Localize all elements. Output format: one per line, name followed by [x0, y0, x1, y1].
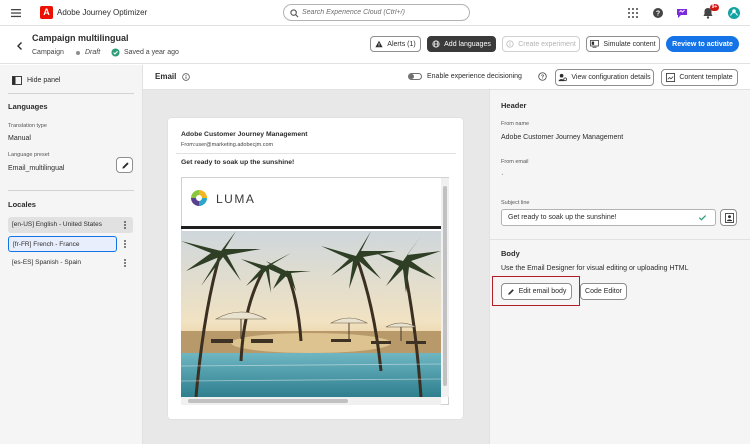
- app-title[interactable]: Adobe Journey Optimizer: [57, 8, 147, 17]
- add-languages-button[interactable]: Add languages: [427, 36, 496, 52]
- more-options-icon[interactable]: [123, 239, 127, 249]
- alerts-label: Alerts (1): [387, 40, 416, 48]
- edit-email-body-button[interactable]: Edit email body: [501, 283, 572, 300]
- personalization-icon: [725, 213, 734, 223]
- search-icon: [290, 9, 299, 18]
- view-configuration-label: View configuration details: [571, 74, 651, 81]
- template-icon: [666, 73, 676, 82]
- toggle-knob: [409, 74, 414, 79]
- content-template-label: Content template: [679, 74, 733, 81]
- page-title: Campaign multilingual: [32, 33, 129, 43]
- subject-line-label: Subject line: [501, 200, 530, 206]
- search-input[interactable]: [302, 6, 462, 19]
- channel-title: Email: [155, 72, 177, 81]
- body-section-heading: Body: [501, 249, 520, 258]
- language-preset-label: Language preset: [8, 152, 50, 158]
- create-experiment-button[interactable]: Create experiment: [502, 36, 580, 52]
- panel-toggle-icon: [12, 75, 22, 85]
- status-dot-icon: [76, 51, 80, 55]
- create-experiment-label: Create experiment: [518, 40, 576, 48]
- subject-line-field[interactable]: Get ready to soak up the sunshine!: [501, 209, 716, 226]
- global-search[interactable]: [283, 4, 470, 21]
- adobe-logo[interactable]: A: [40, 6, 53, 19]
- body-description: Use the Email Designer for visual editin…: [501, 265, 689, 272]
- divider: [8, 93, 134, 94]
- language-preset-value: Email_multilingual: [8, 165, 65, 172]
- locale-item-fr-fr[interactable]: [fr-FR] French - France: [8, 236, 117, 252]
- preview-subject: Get ready to soak up the sunshine!: [181, 159, 295, 166]
- luma-logo-icon: [190, 189, 208, 209]
- check-circle-icon: [111, 48, 120, 57]
- svg-text:?: ?: [541, 74, 544, 80]
- notification-badge: 9+: [710, 4, 719, 11]
- from-email-label: From email: [501, 159, 529, 165]
- help-icon[interactable]: ?: [651, 6, 665, 20]
- preview-screen-icon: [590, 40, 600, 48]
- simulate-content-button[interactable]: Simulate content: [586, 36, 660, 52]
- more-options-icon[interactable]: [123, 220, 127, 230]
- from-email-value: ˈ: [501, 174, 504, 181]
- experience-decisioning-label: Enable experience decisioning: [427, 73, 522, 80]
- divider: [176, 153, 456, 154]
- globe-icon: [432, 40, 440, 48]
- divider: [8, 190, 134, 191]
- code-editor-button[interactable]: Code Editor: [580, 283, 627, 300]
- from-name-value: Adobe Customer Journey Management: [501, 134, 624, 141]
- pencil-icon: [122, 162, 129, 169]
- languages-heading: Languages: [8, 102, 48, 111]
- status-badge: Draft: [85, 49, 101, 56]
- apps-grid-icon[interactable]: [626, 6, 640, 20]
- hero-image: [181, 231, 441, 397]
- scrollbar-thumb[interactable]: [443, 186, 447, 386]
- settings-user-icon: [558, 73, 568, 82]
- hide-panel-label: Hide panel: [27, 76, 61, 84]
- from-name-label: From name: [501, 121, 530, 127]
- alerts-button[interactable]: Alerts (1): [370, 36, 421, 52]
- header-rule: [181, 226, 441, 229]
- locale-label: [es-ES] Spanish - Spain: [12, 259, 82, 266]
- info-icon[interactable]: [182, 73, 190, 81]
- campaign-type: Campaign: [32, 49, 64, 56]
- menu-icon[interactable]: [10, 7, 22, 19]
- preview-from-name: Adobe Customer Journey Management: [181, 131, 308, 138]
- user-avatar-icon[interactable]: [727, 6, 741, 20]
- checkmark-icon: [698, 213, 707, 222]
- pencil-icon: [507, 288, 514, 295]
- saved-status: Saved a year ago: [124, 49, 179, 56]
- view-configuration-button[interactable]: View configuration details: [555, 69, 654, 86]
- content-template-button[interactable]: Content template: [661, 69, 738, 86]
- locale-label: [fr-FR] French - France: [13, 241, 80, 248]
- divider: [489, 239, 750, 240]
- locale-label: [en-US] English - United States: [12, 221, 102, 228]
- edit-email-body-label: Edit email body: [518, 288, 567, 295]
- translation-type-value: Manual: [8, 135, 31, 142]
- back-arrow-icon[interactable]: [14, 40, 26, 52]
- svg-text:?: ?: [656, 10, 660, 17]
- info-circle-icon: [506, 40, 514, 48]
- scrollbar-thumb[interactable]: [188, 399, 348, 403]
- simulate-content-label: Simulate content: [603, 40, 656, 48]
- header-section-heading: Header: [501, 101, 527, 110]
- preview-from-address: From:user@marketing.adobecjm.com: [181, 142, 274, 148]
- edit-preset-button[interactable]: [116, 157, 133, 173]
- more-options-icon[interactable]: [123, 258, 127, 268]
- brand-wordmark: LUMA: [216, 192, 256, 206]
- hide-panel-button[interactable]: Hide panel: [12, 75, 82, 85]
- locale-item-es-es[interactable]: [es-ES] Spanish - Spain: [8, 255, 133, 271]
- help-circle-icon[interactable]: ?: [538, 72, 547, 81]
- review-to-activate-button[interactable]: Review to activate: [666, 36, 739, 52]
- locales-heading: Locales: [8, 200, 36, 209]
- translation-type-label: Translation type: [8, 123, 47, 129]
- feedback-icon[interactable]: [675, 6, 689, 20]
- locale-item-en-us[interactable]: [en-US] English - United States: [8, 217, 133, 233]
- add-languages-label: Add languages: [444, 40, 491, 48]
- personalization-button[interactable]: [720, 209, 737, 226]
- warning-icon: [375, 40, 383, 48]
